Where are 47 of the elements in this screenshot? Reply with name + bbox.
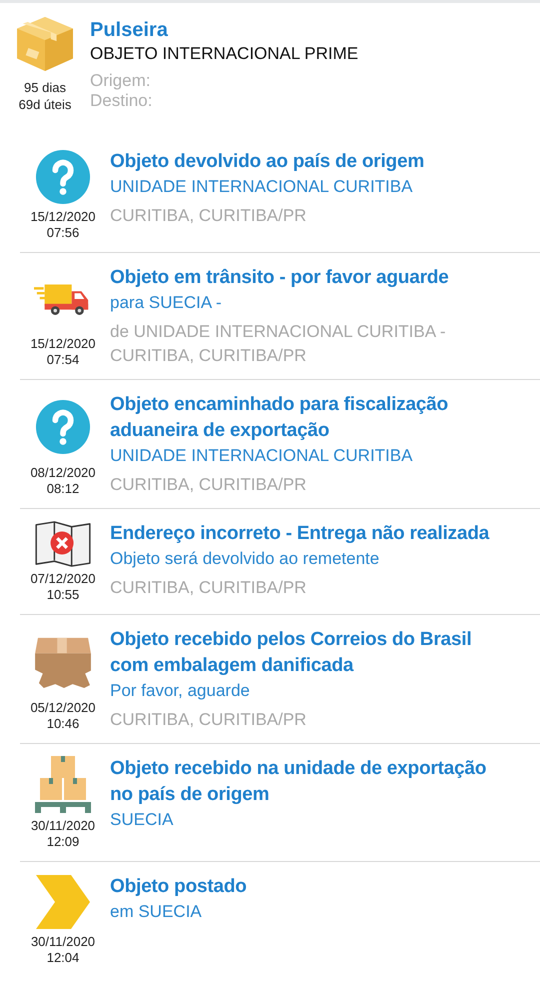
- question-icon: [35, 149, 91, 205]
- event-subtitle: para SUECIA -: [110, 292, 222, 314]
- event-date: 08/12/2020: [30, 465, 96, 481]
- event-date: 30/11/2020: [30, 818, 96, 834]
- event-time: 08:12: [46, 481, 80, 497]
- event-subtitle: Por favor, aguarde: [110, 680, 251, 702]
- event-time: 12:04: [46, 950, 80, 966]
- event-location: CURITIBA, CURITIBA/PR: [110, 709, 308, 731]
- event-date: 15/12/2020: [30, 209, 96, 225]
- destination-label: Destino:: [90, 91, 154, 111]
- item-category: OBJETO INTERNACIONAL PRIME: [90, 43, 358, 65]
- event-time: 07:56: [46, 225, 80, 241]
- event-location: CURITIBA, CURITIBA/PR: [110, 577, 308, 599]
- event-time: 12:09: [46, 834, 80, 850]
- map-error-icon: [35, 521, 91, 567]
- event-location: de UNIDADE INTERNACIONAL CURITIBA -: [110, 321, 447, 343]
- event-subtitle: Objeto será devolvido ao remetente: [110, 548, 380, 570]
- event-date: 30/11/2020: [30, 934, 96, 950]
- event-subtitle: SUECIA: [110, 809, 174, 831]
- event-time: 07:54: [46, 352, 80, 368]
- event-location: CURITIBA, CURITIBA/PR: [110, 205, 308, 227]
- event-title: Objeto postado: [110, 875, 247, 899]
- event-date: 05/12/2020: [30, 700, 96, 716]
- chevron-icon: [35, 874, 91, 930]
- origin-label: Origem:: [90, 71, 152, 91]
- event-location: CURITIBA, CURITIBA/PR: [110, 345, 308, 367]
- item-title: Pulseira: [90, 18, 169, 43]
- event-title: Objeto devolvido ao país de origem: [110, 150, 424, 174]
- event-location: CURITIBA, CURITIBA/PR: [110, 474, 308, 496]
- business-days-count: 69d úteis: [18, 96, 72, 113]
- event-time: 10:55: [46, 587, 80, 603]
- box-icon: [16, 17, 74, 71]
- event-subtitle: em SUECIA: [110, 901, 203, 923]
- days-count: 95 dias: [24, 79, 66, 96]
- event-subtitle: UNIDADE INTERNACIONAL CURITIBA: [110, 176, 414, 198]
- event-title: Objeto recebido pelos Correios do Brasil com embalagem danificada: [110, 628, 473, 678]
- pallet-icon: [35, 756, 91, 814]
- event-date: 15/12/2020: [30, 336, 96, 352]
- event-title: Objeto em trânsito - por favor aguarde: [110, 266, 449, 290]
- event-title: Objeto encaminhado para fiscalização aduaneira de exportação: [110, 393, 450, 443]
- event-title: Objeto recebido na unidade de exportação no país de origem: [110, 757, 488, 807]
- event-subtitle: UNIDADE INTERNACIONAL CURITIBA: [110, 445, 414, 467]
- damaged-box-icon: [35, 636, 91, 688]
- event-time: 10:46: [46, 716, 80, 732]
- question-icon: [35, 398, 91, 454]
- event-date: 07/12/2020: [30, 571, 96, 587]
- event-title: Endereço incorreto - Entrega não realizada: [110, 522, 490, 546]
